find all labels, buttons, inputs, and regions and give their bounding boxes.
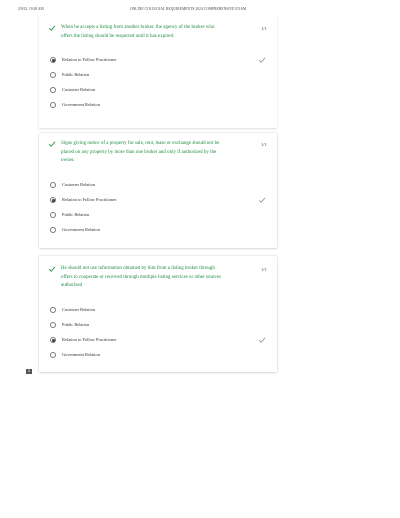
question-card: Signs giving notice of a property for sa…	[39, 133, 277, 248]
print-header: 2/9/23, 10:20 AM ONLINE COLLEGIAL REQUIR…	[0, 7, 400, 15]
answer-option[interactable]: Government Relation	[50, 227, 270, 235]
radio-unselected[interactable]	[50, 87, 56, 93]
question-score: 1/1	[261, 267, 267, 272]
radio-unselected[interactable]	[50, 227, 56, 233]
correct-check-icon	[48, 141, 56, 147]
question-card: He should not use information obtained b…	[39, 256, 277, 372]
answer-option[interactable]: Relation to Follow Practitioner	[50, 197, 270, 205]
correct-answer-check-icon	[258, 57, 266, 63]
radio-unselected[interactable]	[50, 72, 56, 78]
page-number: 3	[26, 369, 32, 374]
option-label: Public Relation	[62, 212, 90, 217]
answer-option[interactable]: Government Relation	[50, 352, 270, 360]
radio-unselected[interactable]	[50, 182, 56, 188]
radio-unselected[interactable]	[50, 322, 56, 328]
print-title: ONLINE COLLEGIAL REQUIREMENTS 2024 COMPR…	[130, 7, 247, 11]
radio-unselected[interactable]	[50, 352, 56, 358]
question-text: Signs giving notice of a property for sa…	[61, 141, 220, 164]
option-label: Government Relation	[62, 102, 100, 107]
radio-unselected[interactable]	[50, 307, 56, 313]
correct-check-icon	[48, 266, 56, 272]
radio-selected[interactable]	[50, 337, 56, 343]
correct-answer-check-icon	[258, 337, 266, 343]
answer-option[interactable]: Public Relation	[50, 72, 270, 80]
option-label: Government Relation	[62, 352, 100, 357]
question-text: He should not use information obtained b…	[61, 266, 221, 289]
answer-option[interactable]: Relation to Follow Practitioner	[50, 337, 270, 345]
radio-selected[interactable]	[50, 57, 56, 63]
option-label: Public Relation	[62, 322, 90, 327]
answer-option[interactable]: Customer Relation	[50, 87, 270, 95]
correct-answer-check-icon	[258, 197, 266, 203]
radio-unselected[interactable]	[50, 102, 56, 108]
option-label: Government Relation	[62, 227, 100, 232]
question-score: 1/1	[261, 26, 267, 31]
option-label: Customer Relation	[62, 87, 96, 92]
option-label: Relation to Follow Practitioner	[62, 337, 117, 342]
question-score: 1/1	[261, 142, 267, 147]
print-datetime: 2/9/23, 10:20 AM	[18, 7, 44, 11]
answer-option[interactable]: Customer Relation	[50, 182, 270, 190]
radio-unselected[interactable]	[50, 212, 56, 218]
answer-option[interactable]: Relation to Follow Practitioner	[50, 57, 270, 65]
option-label: Relation to Follow Practitioner	[62, 57, 117, 62]
radio-selected[interactable]	[50, 197, 56, 203]
answer-option[interactable]: Public Relation	[50, 212, 270, 220]
answer-option[interactable]: Public Relation	[50, 322, 270, 330]
question-card: When he accepts a listing from another b…	[39, 15, 277, 128]
option-label: Public Relation	[62, 72, 90, 77]
answer-option[interactable]: Government Relation	[50, 102, 270, 110]
option-label: Customer Relation	[62, 182, 96, 187]
question-text: When he accepts a listing from another b…	[61, 25, 215, 39]
option-label: Customer Relation	[62, 307, 96, 312]
correct-check-icon	[48, 25, 56, 31]
answer-option[interactable]: Customer Relation	[50, 307, 270, 315]
option-label: Relation to Follow Practitioner	[62, 197, 117, 202]
